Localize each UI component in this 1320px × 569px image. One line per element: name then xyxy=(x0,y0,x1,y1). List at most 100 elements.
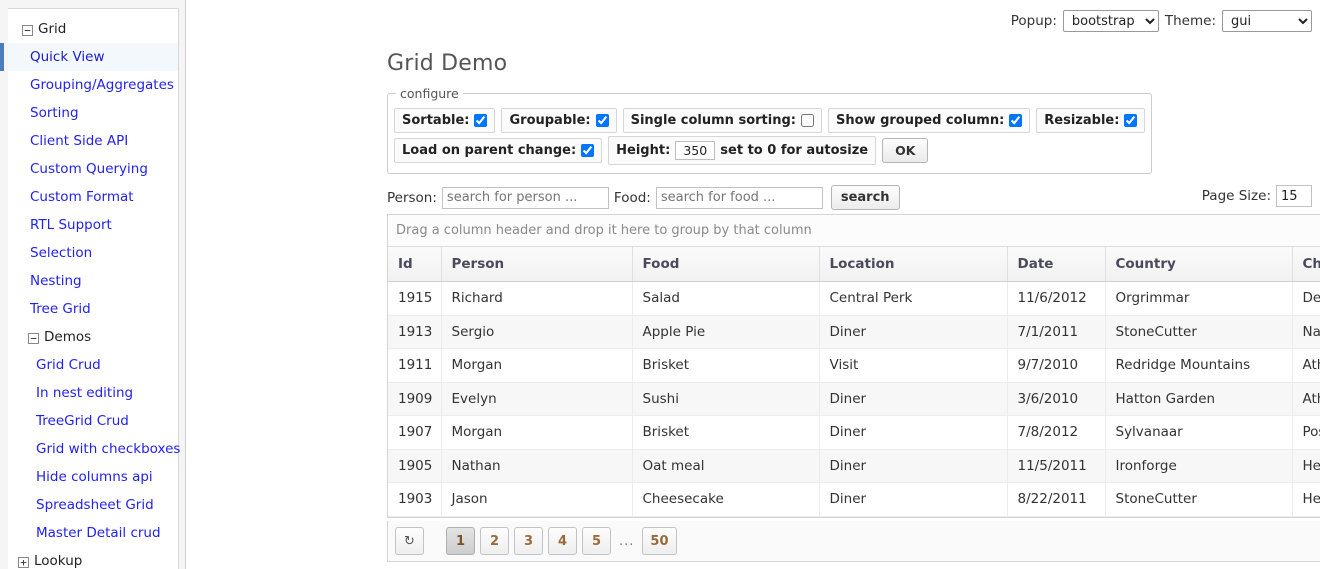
cell-person: Jason xyxy=(441,482,633,517)
sidebar-item-selection[interactable]: Selection xyxy=(8,239,178,267)
sidebar-item-label: RTL Support xyxy=(30,217,112,233)
resizable-checkbox[interactable] xyxy=(1124,114,1138,127)
cell-country: StoneCutter xyxy=(1105,315,1293,349)
single-column-sorting-checkbox[interactable] xyxy=(800,114,814,127)
cell-food: Sushi xyxy=(632,382,820,416)
sidebar-group-lookup[interactable]: + Lookup xyxy=(8,547,178,569)
height-input[interactable] xyxy=(675,141,716,160)
groupable-option[interactable]: Groupable: xyxy=(501,108,617,133)
cell-chef: Posh Sicy xyxy=(1292,415,1320,450)
sidebar-item-custom-querying[interactable]: Custom Querying xyxy=(8,155,178,183)
cell-person: Nathan xyxy=(441,449,633,483)
load-on-parent-change-checkbox[interactable] xyxy=(581,144,595,157)
page-button-1[interactable]: 1 xyxy=(446,527,475,555)
sidebar-item-label: In nest editing xyxy=(36,385,134,401)
cell-person: Richard xyxy=(441,281,633,316)
cell-date: 8/22/2011 xyxy=(1007,482,1106,517)
refresh-icon[interactable]: ↻ xyxy=(395,527,424,555)
sidebar-item-treegrid-crud[interactable]: TreeGrid Crud xyxy=(8,407,178,435)
column-header-location[interactable]: Location xyxy=(819,247,1008,282)
column-header-country[interactable]: Country xyxy=(1105,247,1293,282)
cell-id: 1903 xyxy=(388,482,442,517)
show-grouped-column-checkbox[interactable] xyxy=(1009,114,1023,127)
sidebar-nav-list: − Grid Quick View Grouping/Aggregates Sor… xyxy=(0,8,180,569)
search-button[interactable]: search xyxy=(830,185,900,210)
sidebar-item-client-side-api[interactable]: Client Side API xyxy=(8,127,178,155)
column-header-chef[interactable]: Chef xyxy=(1292,247,1320,282)
page-size-input[interactable] xyxy=(1276,185,1312,207)
sidebar-item-label: Master Detail crud xyxy=(36,525,161,541)
sortable-label: Sortable: xyxy=(402,113,470,128)
table-row[interactable]: 1905 Nathan Oat meal Diner 11/5/2011 Iro… xyxy=(388,449,1320,483)
page-button-2[interactable]: 2 xyxy=(480,527,509,555)
person-search-label: Person: xyxy=(387,189,437,206)
groupable-checkbox[interactable] xyxy=(595,114,609,127)
page-button-3[interactable]: 3 xyxy=(514,527,543,555)
page-ellipsis: ... xyxy=(619,533,635,549)
sortable-checkbox[interactable] xyxy=(474,114,488,127)
load-on-parent-change-option[interactable]: Load on parent change: xyxy=(394,138,603,163)
food-search-input[interactable] xyxy=(655,186,823,209)
sidebar-item-grouping-aggregates[interactable]: Grouping/Aggregates xyxy=(8,71,178,99)
table-row[interactable]: 1909 Evelyn Sushi Diner 3/6/2010 Hatton … xyxy=(388,382,1320,416)
table-row[interactable]: 1907 Morgan Brisket Diner 7/8/2012 Sylva… xyxy=(388,415,1320,450)
single-column-sorting-option[interactable]: Single column sorting: xyxy=(622,108,822,133)
sidebar-item-hide-columns-api[interactable]: Hide columns api xyxy=(8,463,178,491)
person-search-input[interactable] xyxy=(441,186,609,209)
cell-location: Diner xyxy=(819,415,1008,450)
table-row[interactable]: 1913 Sergio Apple Pie Diner 7/1/2011 Sto… xyxy=(388,315,1320,349)
sidebar-item-in-nest-editing[interactable]: In nest editing xyxy=(8,379,178,407)
sidebar-item-sorting[interactable]: Sorting xyxy=(8,99,178,127)
sidebar-item-nesting[interactable]: Nesting xyxy=(8,267,178,295)
show-grouped-column-option[interactable]: Show grouped column: xyxy=(827,108,1031,133)
sortable-option[interactable]: Sortable: xyxy=(394,108,496,133)
popup-select[interactable]: bootstrap xyxy=(1062,10,1159,32)
column-header-date[interactable]: Date xyxy=(1007,247,1106,282)
sidebar-item-custom-format[interactable]: Custom Format xyxy=(8,183,178,211)
cell-country: Redridge Mountains xyxy=(1105,348,1293,383)
page-size-label: Page Size: xyxy=(1201,188,1271,204)
sidebar-item-quick-view[interactable]: Quick View xyxy=(0,43,178,71)
height-label: Height: xyxy=(616,143,671,158)
page-button-last[interactable]: 50 xyxy=(642,527,677,555)
column-header-id[interactable]: Id xyxy=(388,247,442,282)
cell-location: Diner xyxy=(819,449,1008,483)
cell-person: Evelyn xyxy=(441,382,633,416)
sidebar-item-spreadsheet-grid[interactable]: Spreadsheet Grid xyxy=(8,491,178,519)
sidebar-item-tree-grid[interactable]: Tree Grid xyxy=(8,295,178,323)
cell-chef: Hercules Oat xyxy=(1292,482,1320,517)
data-grid: Drag a column header and drop it here to… xyxy=(387,214,1320,518)
column-header-food[interactable]: Food xyxy=(632,247,820,282)
collapse-minus-icon[interactable]: − xyxy=(28,333,39,344)
sidebar-group-demos[interactable]: − Demos xyxy=(8,323,178,351)
collapse-minus-icon[interactable]: − xyxy=(22,25,33,36)
sidebar-item-grid-crud[interactable]: Grid Crud xyxy=(8,351,178,379)
search-bar: Person: Food: search xyxy=(387,185,900,210)
ok-button[interactable]: OK xyxy=(882,138,929,163)
grid-body-wrapper: 1915 Richard Salad Central Perk 11/6/201… xyxy=(388,281,1320,517)
table-row[interactable]: 1911 Morgan Brisket Visit 9/7/2010 Redri… xyxy=(388,348,1320,383)
sidebar-item-grid-with-checkboxes[interactable]: Grid with checkboxes xyxy=(8,435,180,463)
group-by-dropzone[interactable]: Drag a column header and drop it here to… xyxy=(388,215,1320,247)
sidebar-item-rtl-support[interactable]: RTL Support xyxy=(8,211,178,239)
resizable-label: Resizable: xyxy=(1044,113,1120,128)
column-header-person[interactable]: Person xyxy=(441,247,633,282)
cell-location: Visit xyxy=(819,348,1008,383)
page-button-5[interactable]: 5 xyxy=(582,527,611,555)
sidebar-item-master-detail-crud[interactable]: Master Detail crud xyxy=(8,519,178,547)
table-row[interactable]: 1903 Jason Cheesecake Diner 8/22/2011 St… xyxy=(388,482,1320,517)
single-column-sorting-label: Single column sorting: xyxy=(630,113,796,128)
theme-select[interactable]: gui xyxy=(1222,10,1312,32)
table-row[interactable]: 1915 Richard Salad Central Perk 11/6/201… xyxy=(388,281,1320,316)
sidebar-group-label: Grid xyxy=(38,21,67,37)
cell-person: Morgan xyxy=(441,348,633,383)
cell-id: 1907 xyxy=(388,415,442,450)
expand-plus-icon[interactable]: + xyxy=(18,557,29,568)
sidebar-item-label: Client Side API xyxy=(30,133,129,149)
sidebar-item-label: Custom Querying xyxy=(30,161,148,177)
page-button-4[interactable]: 4 xyxy=(548,527,577,555)
resizable-option[interactable]: Resizable: xyxy=(1036,108,1146,133)
height-option: Height: set to 0 for autosize xyxy=(608,136,877,165)
cell-date: 9/7/2010 xyxy=(1007,348,1106,383)
sidebar-group-grid[interactable]: − Grid xyxy=(8,15,178,43)
